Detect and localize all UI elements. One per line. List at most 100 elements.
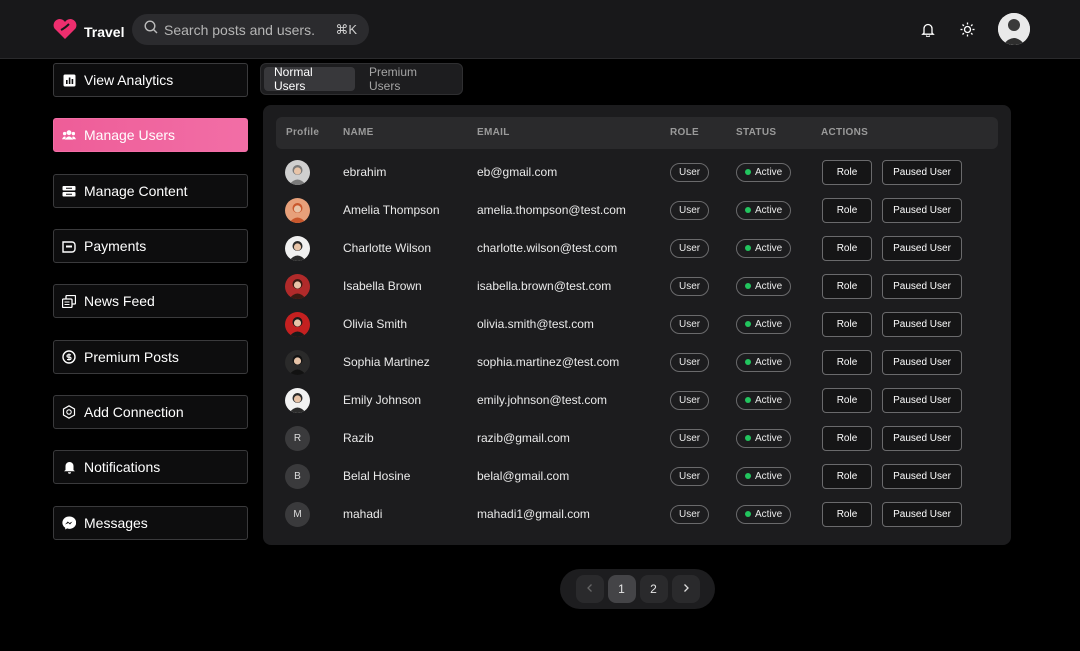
sidebar-item-notifications[interactable]: Notifications (53, 450, 248, 484)
sidebar-item-label: Messages (84, 515, 148, 531)
role-button[interactable]: Role (822, 311, 872, 337)
role-button[interactable]: Role (822, 159, 872, 185)
status-badge: Active (736, 238, 792, 258)
status-label: Active (755, 166, 783, 178)
header-email: EMAIL (477, 127, 510, 138)
paused-user-button[interactable]: Paused User (882, 501, 962, 527)
user-email: olivia.smith@test.com (477, 317, 594, 331)
table-row: Isabella Brown isabella.brown@test.com Use… (276, 267, 998, 305)
actions-cell: Role Paused User (822, 267, 962, 305)
user-name: Sophia Martinez (343, 355, 430, 369)
sidebar-item-view-analytics[interactable]: View Analytics (53, 63, 248, 97)
sidebar-item-manage-users[interactable]: Manage Users (53, 118, 248, 152)
bell-icon[interactable] (919, 20, 937, 38)
page-2-button[interactable]: 2 (639, 575, 668, 603)
status-label: Active (755, 432, 783, 444)
actions-cell: Role Paused User (822, 381, 962, 419)
role-button[interactable]: Role (822, 197, 872, 223)
paused-user-button[interactable]: Paused User (882, 387, 962, 413)
sun-icon[interactable] (958, 20, 976, 38)
sidebar-item-messages[interactable]: Messages (53, 506, 248, 540)
user-name: Isabella Brown (343, 279, 422, 293)
status-badge: Active (736, 162, 792, 182)
table-row: ebrahim eb@gmail.com User Active Role Paused … (276, 153, 998, 191)
paused-user-button[interactable]: Paused User (882, 235, 962, 261)
sidebar-item-label: Payments (84, 238, 147, 254)
role-badge: User (670, 200, 710, 220)
role-button[interactable]: Role (822, 349, 872, 375)
chevron-right-icon (682, 582, 690, 596)
avatar[interactable] (285, 159, 310, 185)
prev-page-button[interactable] (575, 575, 604, 603)
paused-user-button[interactable]: Paused User (882, 197, 962, 223)
paused-user-button[interactable]: Paused User (882, 273, 962, 299)
avatar[interactable]: B (285, 463, 310, 489)
status-badge: Active (736, 466, 792, 486)
profile-cell (285, 153, 310, 191)
role-button[interactable]: Role (822, 273, 872, 299)
sidebar-item-payments[interactable]: Payments (53, 229, 248, 263)
avatar[interactable] (285, 235, 310, 261)
sidebar-item-news-feed[interactable]: News Feed (53, 284, 248, 318)
role-button[interactable]: Role (822, 235, 872, 261)
profile-cell (285, 191, 310, 229)
profile-cell (285, 229, 310, 267)
top-header: Travel ⌘K (0, 0, 1080, 59)
avatar[interactable] (285, 311, 310, 337)
sidebar-item-add-connection[interactable]: Add Connection (53, 395, 248, 429)
paused-user-button[interactable]: Paused User (882, 159, 962, 185)
newsfeed-icon (62, 294, 76, 308)
actions-cell: Role Paused User (822, 343, 962, 381)
role-cell: User (670, 153, 710, 191)
role-cell: User (670, 267, 710, 305)
status-dot (745, 245, 751, 251)
sidebar-item-label: Manage Users (84, 127, 176, 143)
paused-user-button[interactable]: Paused User (882, 349, 962, 375)
status-cell: Active (736, 305, 792, 343)
sidebar-item-premium-posts[interactable]: Premium Posts (53, 340, 248, 374)
role-badge: User (670, 276, 710, 296)
role-button[interactable]: Role (822, 463, 872, 489)
paused-user-button[interactable]: Paused User (882, 463, 962, 489)
tab-normal-users[interactable]: Normal Users (264, 65, 355, 93)
paused-user-button[interactable]: Paused User (882, 311, 962, 337)
avatar[interactable] (285, 273, 310, 299)
header-actions: ACTIONS (821, 127, 869, 138)
profile-cell (285, 267, 310, 305)
role-badge: User (670, 162, 710, 182)
status-cell: Active (736, 495, 792, 533)
role-cell: User (670, 381, 710, 419)
pagination: 1 2 (560, 569, 715, 609)
tab-premium-users[interactable]: Premium Users (359, 65, 459, 93)
profile-cell: M (285, 495, 310, 533)
connection-icon (62, 405, 76, 419)
paused-user-button[interactable]: Paused User (882, 425, 962, 451)
user-avatar[interactable] (998, 13, 1030, 45)
avatar[interactable]: M (285, 501, 310, 527)
logo[interactable]: Travel (52, 18, 124, 45)
avatar[interactable] (285, 387, 310, 413)
next-page-button[interactable] (671, 575, 700, 603)
search-bar[interactable]: ⌘K (132, 14, 369, 45)
table-row: Mmahadi mahadi1@gmail.com User Active Role Pa… (276, 495, 998, 533)
avatar[interactable] (285, 349, 310, 375)
sidebar-item-label: News Feed (84, 293, 155, 309)
profile-cell (285, 343, 310, 381)
user-email: sophia.martinez@test.com (477, 355, 620, 369)
status-dot (745, 207, 751, 213)
avatar[interactable] (285, 197, 310, 223)
table-row: Emily Johnson emily.johnson@test.com User A… (276, 381, 998, 419)
avatar[interactable]: R (285, 425, 310, 451)
search-input[interactable] (164, 21, 314, 38)
status-badge: Active (736, 504, 792, 524)
role-button[interactable]: Role (822, 387, 872, 413)
sidebar-item-manage-content[interactable]: Manage Content (53, 174, 248, 208)
role-button[interactable]: Role (822, 425, 872, 451)
role-cell: User (670, 305, 710, 343)
status-badge: Active (736, 200, 792, 220)
header-role: ROLE (670, 127, 699, 138)
role-button[interactable]: Role (822, 501, 872, 527)
role-cell: User (670, 343, 710, 381)
page-1-button[interactable]: 1 (607, 575, 636, 603)
table-header: Profile NAME EMAIL ROLE STATUS ACTIONS (276, 117, 998, 149)
